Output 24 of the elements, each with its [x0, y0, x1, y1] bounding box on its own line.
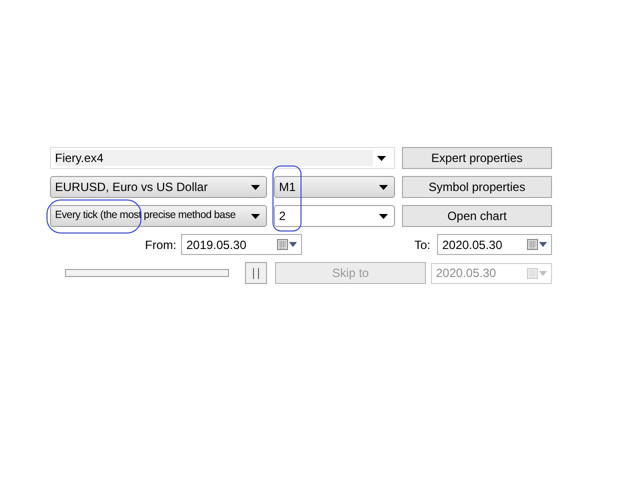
open-chart-button[interactable]: Open chart [402, 205, 552, 227]
pause-icon [253, 268, 259, 278]
caret-icon [377, 156, 386, 160]
symbol-dropdown[interactable]: EURUSD, Euro vs US Dollar [50, 176, 267, 198]
caret-icon [251, 214, 260, 218]
from-date-field[interactable]: 2019.05.30 [181, 234, 302, 255]
calendar-icon [277, 239, 288, 250]
to-date-field[interactable]: 2020.05.30 [437, 234, 552, 255]
spread-dropdown[interactable]: 2 [274, 205, 395, 227]
caret-icon [379, 214, 388, 218]
calendar-icon [527, 239, 538, 250]
caret-icon [539, 270, 547, 276]
pause-button[interactable] [245, 262, 267, 284]
expert-field[interactable]: Fiery.ex4 [50, 147, 395, 169]
period-dropdown[interactable]: M1 [274, 176, 395, 198]
caret-icon [251, 184, 260, 190]
calendar-icon [527, 268, 538, 278]
to-label: To: [414, 236, 432, 254]
symbol-properties-button[interactable]: Symbol properties [402, 176, 552, 198]
caret-icon [539, 242, 547, 247]
caret-icon [379, 184, 388, 190]
from-label: From: [145, 236, 176, 254]
caret-icon [289, 242, 298, 247]
expert-properties-button[interactable]: Expert properties [402, 147, 552, 169]
